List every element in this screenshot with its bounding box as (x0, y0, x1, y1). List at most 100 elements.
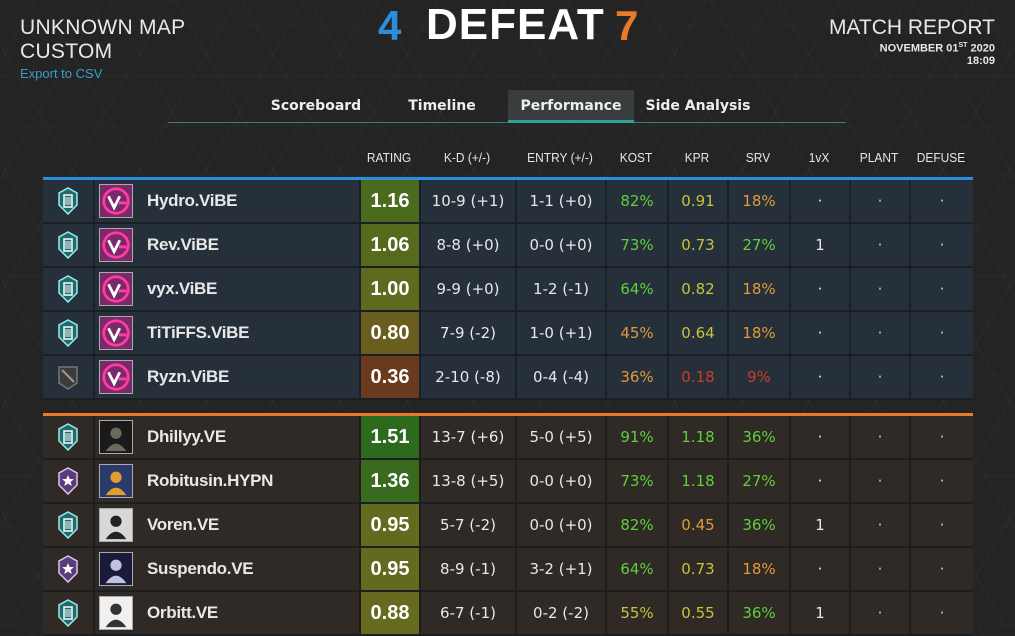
entry-value: 1-2 (-1) (515, 268, 605, 310)
plant-value: · (849, 460, 909, 502)
rank-cell (43, 504, 93, 546)
entry-value: 0-0 (+0) (515, 460, 605, 502)
entry-value: 1-1 (+0) (515, 180, 605, 222)
onevx-value: 1 (789, 504, 849, 546)
orange-team-score: 7 (615, 2, 639, 49)
rating-value: 0.80 (359, 312, 419, 354)
rank-cell (43, 548, 93, 590)
unranked-icon (57, 363, 79, 391)
rating-value: 0.88 (359, 592, 419, 634)
plant-value: · (849, 180, 909, 222)
player-row[interactable]: Orbitt.VE 0.88 6-7 (-1) 0-2 (-2) 55% 0.55 36% 1… (43, 592, 973, 636)
player-name[interactable]: Orbitt.VE (147, 603, 218, 622)
diamond-rank-icon (57, 231, 79, 259)
rank-cell (43, 592, 93, 634)
rank-cell (43, 224, 93, 266)
rating-value: 1.16 (359, 180, 419, 222)
match-result: DEFEAT (426, 0, 605, 49)
col-kpr[interactable]: KPR (669, 150, 724, 165)
srv-value: 18% (727, 312, 789, 354)
col-srv[interactable]: SRV (729, 150, 786, 165)
kpr-value: 0.73 (667, 224, 727, 266)
blue-team-score: 4 (378, 2, 402, 49)
player-row[interactable]: TiTiFFS.ViBE 0.80 7-9 (-2) 1-0 (+1) 45% 0.64 1… (43, 312, 973, 356)
player-row[interactable]: Dhillyy.VE 1.51 13-7 (+6) 5-0 (+5) 91% 1.18 36… (43, 416, 973, 460)
rank-cell (43, 312, 93, 354)
player-name[interactable]: Hydro.ViBE (147, 191, 238, 210)
entry-value: 0-2 (-2) (515, 592, 605, 634)
onevx-value: · (789, 460, 849, 502)
kd-value: 13-8 (+5) (419, 460, 515, 502)
defuse-value: · (909, 356, 973, 398)
plant-value: · (849, 312, 909, 354)
col-rating[interactable]: RATING (361, 150, 416, 165)
player-name[interactable]: Robitusin.HYPN (147, 471, 273, 490)
champion-rank-icon (57, 555, 79, 583)
tab-side-analysis[interactable]: Side Analysis (638, 90, 758, 122)
rating-value: 1.06 (359, 224, 419, 266)
defuse-value: · (909, 548, 973, 590)
plant-value: · (849, 592, 909, 634)
rank-cell (43, 460, 93, 502)
defuse-value: · (909, 504, 973, 546)
rank-cell (43, 180, 93, 222)
onevx-value: · (789, 268, 849, 310)
export-csv-link[interactable]: Export to CSV (20, 66, 185, 81)
player-name[interactable]: Ryzn.ViBE (147, 367, 229, 386)
col-defuse[interactable]: DEFUSE (912, 150, 971, 165)
kost-value: 64% (605, 548, 667, 590)
plant-value: · (849, 504, 909, 546)
player-name[interactable]: Suspendo.VE (147, 559, 254, 578)
tab-scoreboard[interactable]: Scoreboard (256, 90, 376, 122)
player-row[interactable]: Robitusin.HYPN 1.36 13-8 (+5) 0-0 (+0) 73% 1.… (43, 460, 973, 504)
kd-value: 2-10 (-8) (419, 356, 515, 398)
player-name[interactable]: Rev.ViBE (147, 235, 219, 254)
col-kd[interactable]: K-D (+/-) (423, 150, 511, 165)
player-name[interactable]: TiTiFFS.ViBE (147, 323, 250, 342)
tab-timeline[interactable]: Timeline (386, 90, 498, 122)
defuse-value: · (909, 180, 973, 222)
entry-value: 0-0 (+0) (515, 504, 605, 546)
game-mode: CUSTOM (20, 40, 113, 63)
kpr-value: 0.18 (667, 356, 727, 398)
diamond-rank-icon (57, 319, 79, 347)
match-info: UNKNOWN MAP CUSTOM Export to CSV (20, 16, 185, 81)
diamond-rank-icon (57, 511, 79, 539)
defuse-value: · (909, 268, 973, 310)
col-entry[interactable]: ENTRY (+/-) (519, 150, 602, 165)
player-row[interactable]: Hydro.ViBE 1.16 10-9 (+1) 1-1 (+0) 82% 0.91 18… (43, 180, 973, 224)
player-row[interactable]: Rev.ViBE 1.06 8-8 (+0) 0-0 (+0) 73% 0.73 27% 1 ·… (43, 224, 973, 268)
player-name[interactable]: Voren.VE (147, 515, 219, 534)
entry-value: 0-0 (+0) (515, 224, 605, 266)
player-row[interactable]: Suspendo.VE 0.95 8-9 (-1) 3-2 (+1) 64% 0.73 18… (43, 548, 973, 592)
player-row[interactable]: Voren.VE 0.95 5-7 (-2) 0-0 (+0) 82% 0.45 36% 1 ·… (43, 504, 973, 548)
col-plant[interactable]: PLANT (851, 150, 906, 165)
tab-performance[interactable]: Performance (508, 90, 634, 123)
kpr-value: 1.18 (667, 416, 727, 458)
onevx-value: 1 (789, 224, 849, 266)
rating-value: 0.95 (359, 504, 419, 546)
defuse-value: · (909, 416, 973, 458)
rank-cell (43, 416, 93, 458)
map-name: UNKNOWN MAP (20, 16, 186, 39)
player-row[interactable]: vyx.ViBE 1.00 9-9 (+0) 1-2 (-1) 64% 0.82 18% · ·… (43, 268, 973, 312)
rank-cell (43, 268, 93, 310)
srv-value: 18% (727, 548, 789, 590)
player-name[interactable]: vyx.ViBE (147, 279, 217, 298)
champion-rank-icon (57, 467, 79, 495)
col-kost[interactable]: KOST (607, 150, 664, 165)
onevx-value: · (789, 416, 849, 458)
plant-value: · (849, 416, 909, 458)
diamond-rank-icon (57, 187, 79, 215)
diamond-rank-icon (57, 423, 79, 451)
kost-value: 73% (605, 460, 667, 502)
player-row[interactable]: Ryzn.ViBE 0.36 2-10 (-8) 0-4 (-4) 36% 0.18 9% ·… (43, 356, 973, 400)
srv-value: 27% (727, 460, 789, 502)
kpr-value: 0.91 (667, 180, 727, 222)
rating-value: 1.00 (359, 268, 419, 310)
kost-value: 36% (605, 356, 667, 398)
kost-value: 82% (605, 180, 667, 222)
player-name[interactable]: Dhillyy.VE (147, 427, 226, 446)
rating-value: 0.36 (359, 356, 419, 398)
col-1vx[interactable]: 1vX (791, 150, 846, 165)
